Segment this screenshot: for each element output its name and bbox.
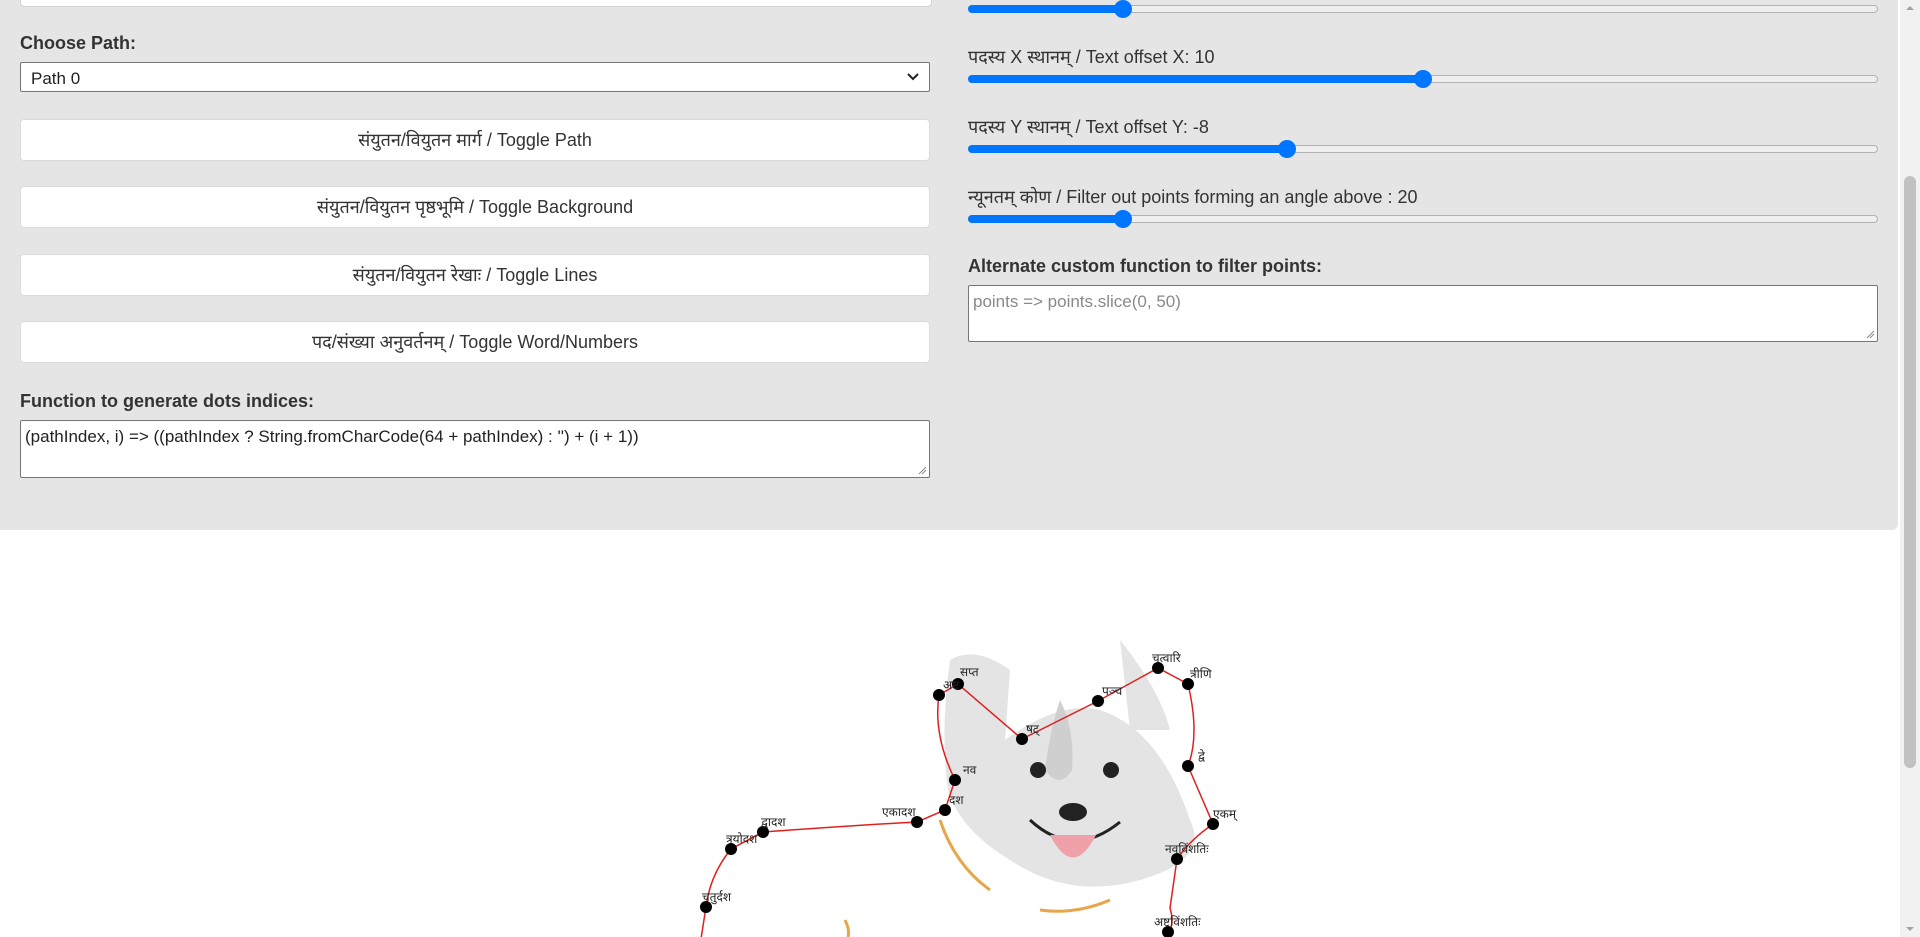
dot-marker — [1182, 760, 1194, 772]
path-select-value: Path 0 — [31, 69, 81, 88]
slider-thumb[interactable] — [1113, 210, 1132, 228]
filter-function-placeholder: points => points.slice(0, 50) — [973, 292, 1181, 311]
chevron-down-icon — [907, 73, 919, 81]
dot-label: सप्त — [960, 665, 980, 679]
top-input-stub[interactable] — [20, 0, 932, 7]
dots-function-value: (pathIndex, i) => ((pathIndex ? String.f… — [25, 427, 639, 446]
dot-label: त्रयोदश — [726, 832, 758, 846]
toggle-background-button[interactable]: संयुतन/वियुतन पृष्ठभूमि / Toggle Backgro… — [20, 186, 930, 228]
dot-label: द्वादश — [761, 815, 786, 829]
resize-grip-icon — [918, 466, 927, 475]
toggle-lines-button[interactable]: संयुतन/वियुतन रेखाः / Toggle Lines — [20, 254, 930, 296]
scroll-down-icon[interactable] — [1900, 921, 1920, 937]
scroll-up-icon[interactable] — [1900, 0, 1920, 16]
dot-label: अष्ट — [943, 678, 960, 692]
vertical-scrollbar[interactable] — [1900, 0, 1920, 937]
dot-label: द्वे — [1198, 749, 1206, 763]
resize-grip-icon — [1866, 330, 1875, 339]
slider-thumb[interactable] — [1414, 70, 1432, 88]
dog-drawing-canvas: सप्तअष्ट षट् पञ्च चत्वारि त्रीणि द्वे नव दश एकाद… — [700, 640, 1238, 937]
text-offset-y-slider[interactable] — [968, 140, 1878, 158]
toggle-path-button[interactable]: संयुतन/वियुतन मार्ग / Toggle Path — [20, 119, 930, 161]
dot-marker — [949, 774, 961, 786]
dot-label: दश — [949, 793, 964, 807]
dot-label: एकादश — [882, 805, 916, 819]
filter-function-label: Alternate custom function to filter poin… — [968, 256, 1322, 276]
dot-label: एकम् — [1213, 807, 1238, 822]
slider-thumb[interactable] — [1277, 140, 1296, 158]
dots-function-label: Function to generate dots indices: — [20, 391, 315, 411]
toggle-word-numbers-button[interactable]: पद/संख्या अनुवर्तनम् / Toggle Word/Numbe… — [20, 321, 930, 363]
choose-path-label: Choose Path: — [20, 33, 137, 53]
angle-filter-label: न्यूनतम् कोण / Filter out points forming… — [968, 187, 1418, 207]
dog-background — [843, 640, 1195, 937]
dot-label: षट् — [1026, 722, 1040, 737]
text-offset-y-label: पदस्य Y स्थानम् / Text offset Y: -8 — [968, 117, 1209, 137]
angle-filter-slider[interactable] — [968, 210, 1878, 228]
dot-label: पञ्च — [1102, 684, 1123, 698]
scrollbar-thumb[interactable] — [1904, 176, 1916, 768]
path-select[interactable]: Path 0 — [20, 62, 930, 92]
filter-function-input[interactable]: points => points.slice(0, 50) — [968, 285, 1878, 342]
slider-top[interactable] — [968, 0, 1878, 18]
dot-label: चतुर्दश — [702, 890, 732, 905]
dots-function-input[interactable]: (pathIndex, i) => ((pathIndex ? String.f… — [20, 420, 930, 478]
dot-label: नव — [963, 763, 977, 777]
controls-panel: Choose Path: Path 0 संयुतन/वियुतन मार्ग … — [0, 0, 1898, 530]
text-offset-x-label: पदस्य X स्थानम् / Text offset X: 10 — [968, 47, 1215, 67]
slider-thumb[interactable] — [1113, 0, 1132, 18]
text-offset-x-slider[interactable] — [968, 70, 1878, 88]
dot-label: अष्टविंशतिः — [1154, 915, 1201, 929]
dot-label: चत्वारि — [1152, 651, 1182, 665]
dot-label: नवविंशतिः — [1165, 842, 1209, 856]
dot-label: त्रीणि — [1190, 667, 1212, 681]
